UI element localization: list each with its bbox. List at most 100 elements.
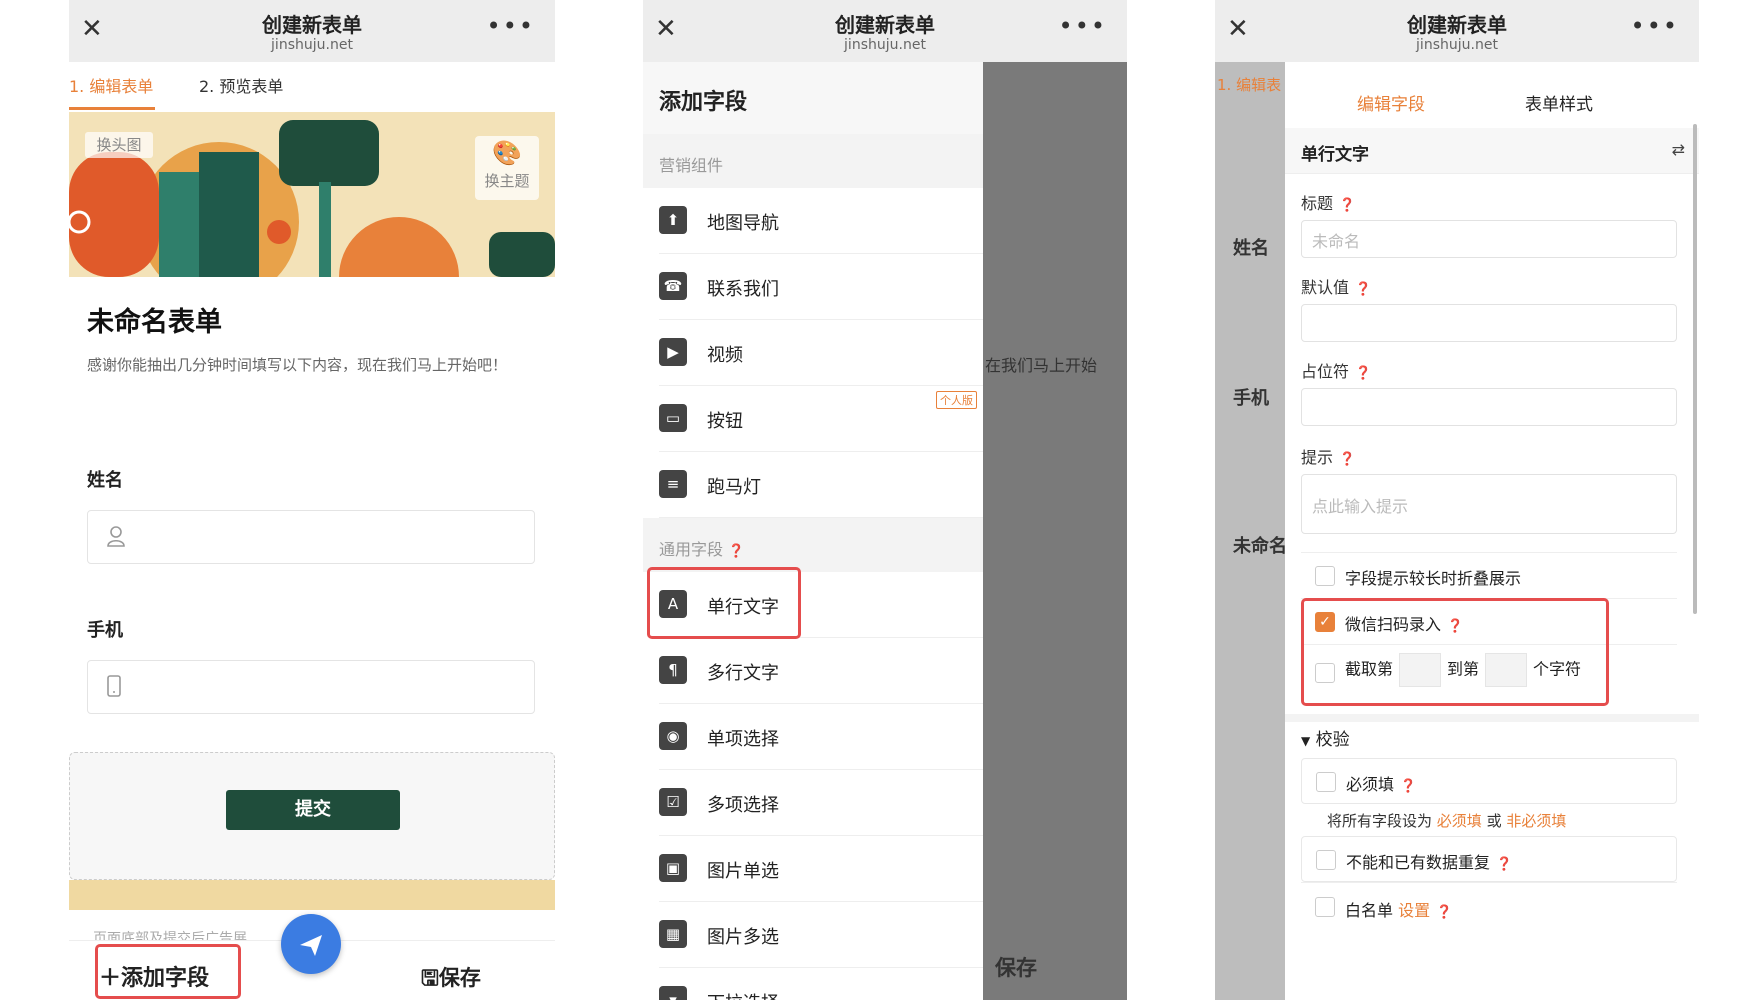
option-collapse-hint[interactable]: 字段提示较长时折叠展示 xyxy=(1301,552,1677,598)
whitelist-setup-link[interactable]: 设置 xyxy=(1398,901,1430,920)
palette-icon: 🎨 xyxy=(492,139,522,167)
set-all-fields: 将所有字段设为 必须填 或 非必须填 xyxy=(1327,812,1567,830)
checkbox[interactable] xyxy=(1316,772,1336,792)
field-item-button[interactable]: ▭ 按钮 个人版 xyxy=(659,386,983,452)
title-input[interactable]: 未命名 xyxy=(1301,220,1677,258)
more-icon[interactable]: ••• xyxy=(487,12,535,40)
checkbox[interactable] xyxy=(1316,850,1336,870)
help-icon[interactable]: ❓ xyxy=(1339,452,1355,467)
prop-label-title: 标题 ❓ xyxy=(1301,194,1356,213)
save-button[interactable]: 🖫保存 xyxy=(421,962,481,999)
page-url: jinshuju.net xyxy=(1416,37,1498,53)
images-icon: ▦ xyxy=(659,920,687,948)
help-icon[interactable]: ❓ xyxy=(1355,282,1371,297)
field-label-phone: 手机 xyxy=(87,620,123,641)
editor-screen: ✕ 创建新表单 jinshuju.net ••• 1. 编辑表单 2. 预览表单… xyxy=(69,0,555,1000)
default-value-input[interactable] xyxy=(1301,304,1677,342)
field-item-dropdown[interactable]: ▾下拉选择 xyxy=(659,968,983,1000)
image-icon: ▣ xyxy=(659,854,687,882)
submit-button[interactable]: 提交 xyxy=(226,790,400,830)
map-nav-icon: ⬆ xyxy=(659,206,687,234)
tab-edit-form[interactable]: 1. 编辑表单 xyxy=(69,73,153,97)
radio-icon: ◉ xyxy=(659,722,687,750)
field-item-video[interactable]: ▶ 视频 xyxy=(659,320,983,386)
top-bar: ✕ 创建新表单 jinshuju.net ••• xyxy=(69,0,555,62)
field-item-radio[interactable]: ◉ 单项选择 xyxy=(659,704,983,770)
field-item-image-multi[interactable]: ▦ 图片多选 xyxy=(659,902,983,968)
bg-save-label: 保存 xyxy=(995,956,1037,980)
tab-preview-form[interactable]: 2. 预览表单 xyxy=(199,73,283,97)
field-item-map[interactable]: ⬆ 地图导航 xyxy=(659,188,983,254)
user-icon xyxy=(106,525,126,552)
top-bar: ✕ 创建新表单 jinshuju.net ••• xyxy=(643,0,1127,62)
publish-fab[interactable] xyxy=(281,914,341,974)
send-icon xyxy=(297,927,325,960)
dimmed-background[interactable]: 在我们马上开始 保存 xyxy=(983,62,1127,1000)
phone-input[interactable] xyxy=(87,660,535,714)
field-type-header: 单行文字 ⇄ xyxy=(1285,128,1699,174)
section-general: 通用字段 ❓ xyxy=(643,518,983,572)
mobile-icon xyxy=(106,675,122,702)
help-icon[interactable]: ❓ xyxy=(1496,857,1512,872)
highlight-wechat-options xyxy=(1301,598,1609,706)
tab-edit-field[interactable]: 编辑字段 xyxy=(1357,90,1425,115)
change-theme-label: 换主题 xyxy=(484,172,530,190)
button-icon: ▭ xyxy=(659,404,687,432)
field-settings-panel: 编辑字段 表单样式 单行文字 ⇄ 标题 ❓ 未命名 默认值 ❓ 占位符 ❓ 提示 ❓ 点… xyxy=(1285,62,1699,1000)
field-item-multi-line[interactable]: ¶ 多行文字 xyxy=(659,638,983,704)
tab-form-style[interactable]: 表单样式 xyxy=(1525,90,1593,115)
help-icon[interactable]: ❓ xyxy=(1400,779,1416,794)
active-tab-underline xyxy=(69,107,155,110)
change-theme-button[interactable]: 🎨 换主题 xyxy=(475,136,539,200)
validation-heading[interactable]: ▼ 校验 xyxy=(1301,725,1350,750)
section-marketing: 营销组件 xyxy=(643,134,983,188)
bg-label-name: 姓名 xyxy=(1233,238,1269,259)
option-required[interactable]: 必须填 ❓ xyxy=(1301,758,1677,804)
field-type-label: 单行文字 xyxy=(1301,145,1369,165)
checkbox[interactable] xyxy=(1315,897,1335,917)
help-icon[interactable]: ❓ xyxy=(728,544,744,559)
name-input[interactable] xyxy=(87,510,535,564)
set-all-optional-link[interactable]: 非必须填 xyxy=(1506,812,1566,830)
header-banner: 换头图 🎨 换主题 xyxy=(69,112,555,277)
more-icon[interactable]: ••• xyxy=(1631,12,1679,40)
option-whitelist[interactable]: 白名单 设置 ❓ xyxy=(1301,882,1677,932)
switch-type-icon[interactable]: ⇄ xyxy=(1672,140,1685,159)
field-item-marquee[interactable]: ≡ 跑马灯 xyxy=(659,452,983,518)
dropdown-icon: ▾ xyxy=(659,986,687,1000)
page-title: 创建新表单 xyxy=(1407,13,1507,37)
help-icon[interactable]: ❓ xyxy=(1436,905,1452,920)
prop-label-placeholder: 占位符 ❓ xyxy=(1301,362,1372,381)
change-header-button[interactable]: 换头图 xyxy=(85,132,153,158)
banner-strip xyxy=(69,880,555,910)
dimmed-background[interactable]: 1. 编辑表 姓名 手机 未命名 xyxy=(1215,62,1287,1000)
scrollbar[interactable] xyxy=(1693,124,1697,614)
bg-desc-text: 在我们马上开始 xyxy=(985,356,1098,375)
field-item-contact[interactable]: ☎ 联系我们 xyxy=(659,254,983,320)
checkbox-icon: ☑ xyxy=(659,788,687,816)
add-field-drawer: 添加字段 营销组件 ⬆ 地图导航 ☎ 联系我们 ▶ 视频 ▭ 按钮 个人版 ≡ 跑马灯 通用… xyxy=(643,62,983,1000)
more-icon[interactable]: ••• xyxy=(1059,12,1107,40)
form-description[interactable]: 感谢你能抽出几分钟时间填写以下内容，现在我们马上开始吧！ xyxy=(87,352,537,378)
submit-area: 提交 xyxy=(69,752,555,880)
hint-input[interactable]: 点此输入提示 xyxy=(1301,474,1677,534)
help-icon[interactable]: ❓ xyxy=(1339,198,1355,213)
field-item-checkbox[interactable]: ☑ 多项选择 xyxy=(659,770,983,836)
field-label-name: 姓名 xyxy=(87,470,123,491)
drawer-title: 添加字段 xyxy=(643,62,983,134)
set-all-required-link[interactable]: 必须填 xyxy=(1437,812,1482,830)
highlight-add-field xyxy=(95,944,241,999)
video-icon: ▶ xyxy=(659,338,687,366)
personal-edition-badge: 个人版 xyxy=(936,391,977,409)
help-icon[interactable]: ❓ xyxy=(1355,366,1371,381)
add-field-screen: ✕ 创建新表单 jinshuju.net ••• 在我们马上开始 保存 添加字段… xyxy=(643,0,1127,1000)
caret-down-icon: ▼ xyxy=(1301,734,1311,748)
form-title[interactable]: 未命名表单 xyxy=(87,300,222,339)
step-tabs: 1. 编辑表单 2. 预览表单 xyxy=(69,62,555,112)
placeholder-input[interactable] xyxy=(1301,388,1677,426)
field-item-image-radio[interactable]: ▣ 图片单选 xyxy=(659,836,983,902)
bg-step-tab: 1. 编辑表 xyxy=(1217,76,1282,94)
page-title: 创建新表单 xyxy=(262,13,362,37)
checkbox[interactable] xyxy=(1315,566,1335,586)
option-no-duplicate[interactable]: 不能和已有数据重复 ❓ xyxy=(1301,836,1677,882)
